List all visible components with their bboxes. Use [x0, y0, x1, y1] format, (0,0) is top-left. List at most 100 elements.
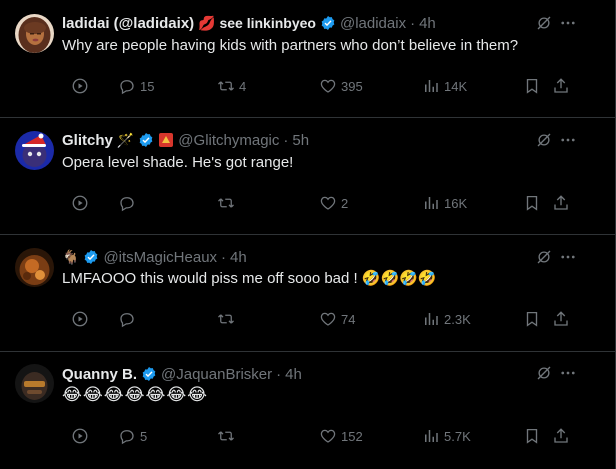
like-button[interactable]: 74 — [319, 307, 355, 331]
reply-button[interactable]: 15 — [118, 74, 154, 98]
share-icon — [554, 428, 568, 443]
like-count: 152 — [341, 428, 363, 444]
separator-dot: · — [221, 248, 227, 266]
views-button[interactable]: 16K — [422, 191, 467, 215]
like-button[interactable]: 152 — [319, 424, 363, 448]
tweet-actions: 15 4 395 14K — [62, 74, 576, 98]
views-button[interactable]: 14K — [422, 74, 467, 98]
tweet-header: 🐐 @itsMagicHeaux · 4h — [62, 247, 575, 267]
display-name-emoji[interactable]: 🐐 — [62, 249, 79, 266]
heart-icon — [320, 79, 336, 93]
avatar[interactable] — [15, 364, 54, 403]
heart-icon — [320, 429, 336, 443]
retweet-button[interactable] — [217, 191, 239, 215]
verified-badge-icon — [320, 15, 336, 31]
share-icon — [554, 195, 568, 210]
tweet-actions: 2 16K — [62, 191, 576, 215]
bookmark-icon — [526, 78, 538, 94]
more-dots-icon[interactable] — [559, 248, 577, 266]
views-button[interactable]: 5.7K — [422, 424, 471, 448]
share-button[interactable] — [552, 307, 570, 331]
reply-icon — [120, 430, 134, 445]
bookmark-icon — [526, 428, 538, 444]
display-name[interactable]: ladidai (@ladidaix) — [62, 15, 194, 32]
views-bar-chart-icon — [425, 430, 438, 442]
reply-count: 5 — [140, 428, 148, 444]
view-count: 2.3K — [444, 311, 471, 327]
grok-icon[interactable] — [535, 248, 553, 266]
bookmark-icon — [526, 311, 538, 327]
more-dots-icon[interactable] — [559, 14, 577, 32]
reply-button[interactable] — [118, 307, 140, 331]
display-name[interactable]: Glitchy — [62, 132, 113, 149]
timestamp[interactable]: 4h — [419, 15, 436, 32]
like-count: 2 — [341, 195, 349, 211]
views-button[interactable]: 2.3K — [422, 307, 471, 331]
grok-icon[interactable] — [535, 14, 553, 32]
play-circle-icon — [72, 428, 88, 444]
tweet-text: Why are people having kids with partners… — [62, 37, 519, 54]
view-count: 16K — [444, 195, 468, 211]
retweet-icon — [218, 314, 234, 324]
bookmark-button[interactable] — [523, 191, 541, 215]
user-handle[interactable]: @Glitchymagic — [178, 132, 279, 149]
verified-badge-icon — [141, 366, 157, 382]
retweet-icon — [218, 81, 234, 91]
user-handle[interactable]: @ladidaix — [340, 15, 406, 32]
avatar[interactable] — [15, 248, 54, 287]
tweet-actions: 5 152 5.7K — [62, 424, 576, 448]
reply-button[interactable]: 5 — [118, 424, 147, 448]
display-name-suffix[interactable]: 💋 see linkinbyeo — [198, 15, 316, 32]
timestamp[interactable]: 5h — [292, 132, 309, 149]
user-handle[interactable]: @JaquanBrisker — [161, 366, 272, 383]
reply-button[interactable] — [118, 191, 140, 215]
tweet-header: ladidai (@ladidaix) 💋 see linkinbyeo @la… — [62, 13, 575, 33]
play-button[interactable] — [71, 191, 89, 215]
avatar[interactable] — [15, 14, 54, 53]
grok-icon[interactable] — [535, 364, 553, 382]
tweet[interactable]: Quanny B. @JaquanBrisker · 4h 😂😂😂😂😂😂😂 5 — [0, 352, 615, 469]
play-circle-icon — [72, 78, 88, 94]
retweet-button[interactable] — [217, 424, 239, 448]
like-button[interactable]: 2 — [319, 191, 348, 215]
tweet-actions: 74 2.3K — [62, 307, 576, 331]
retweet-icon — [218, 198, 234, 208]
views-bar-chart-icon — [425, 197, 438, 209]
play-button[interactable] — [71, 307, 89, 331]
share-button[interactable] — [552, 191, 570, 215]
display-name[interactable]: Quanny B. — [62, 366, 137, 383]
play-button[interactable] — [71, 424, 89, 448]
retweet-icon — [218, 431, 234, 441]
like-button[interactable]: 395 — [319, 74, 363, 98]
tweet[interactable]: 🐐 @itsMagicHeaux · 4h LMFAOOO this would… — [0, 235, 615, 352]
grok-icon[interactable] — [535, 131, 553, 149]
bookmark-button[interactable] — [523, 74, 541, 98]
avatar[interactable] — [15, 131, 54, 170]
tweet-text: 😂😂😂😂😂😂😂 — [62, 385, 209, 404]
bookmark-button[interactable] — [523, 424, 541, 448]
timestamp[interactable]: 4h — [285, 366, 302, 383]
more-dots-icon[interactable] — [559, 364, 577, 382]
view-count: 5.7K — [444, 428, 471, 444]
reply-icon — [120, 197, 134, 212]
tweet-header: Glitchy 🪄 @Glitchymagic · 5h — [62, 130, 575, 150]
play-circle-icon — [72, 311, 88, 327]
views-bar-chart-icon — [425, 80, 438, 92]
separator-dot: · — [410, 14, 416, 32]
play-button[interactable] — [71, 74, 89, 98]
retweet-button[interactable]: 4 — [217, 74, 246, 98]
separator-dot: · — [276, 365, 282, 383]
share-icon — [554, 311, 568, 326]
tweet[interactable]: Glitchy 🪄 @Glitchymagic · 5h Opera level… — [0, 118, 615, 235]
retweet-button[interactable] — [217, 307, 239, 331]
timestamp[interactable]: 4h — [230, 249, 247, 266]
tweet[interactable]: ladidai (@ladidaix) 💋 see linkinbyeo @la… — [0, 0, 615, 118]
share-button[interactable] — [552, 424, 570, 448]
share-button[interactable] — [552, 74, 570, 98]
display-name-emoji: 🪄 — [116, 131, 135, 148]
like-count: 74 — [341, 311, 356, 327]
more-dots-icon[interactable] — [559, 131, 577, 149]
reply-icon — [120, 313, 134, 328]
user-handle[interactable]: @itsMagicHeaux — [103, 249, 217, 266]
bookmark-button[interactable] — [523, 307, 541, 331]
